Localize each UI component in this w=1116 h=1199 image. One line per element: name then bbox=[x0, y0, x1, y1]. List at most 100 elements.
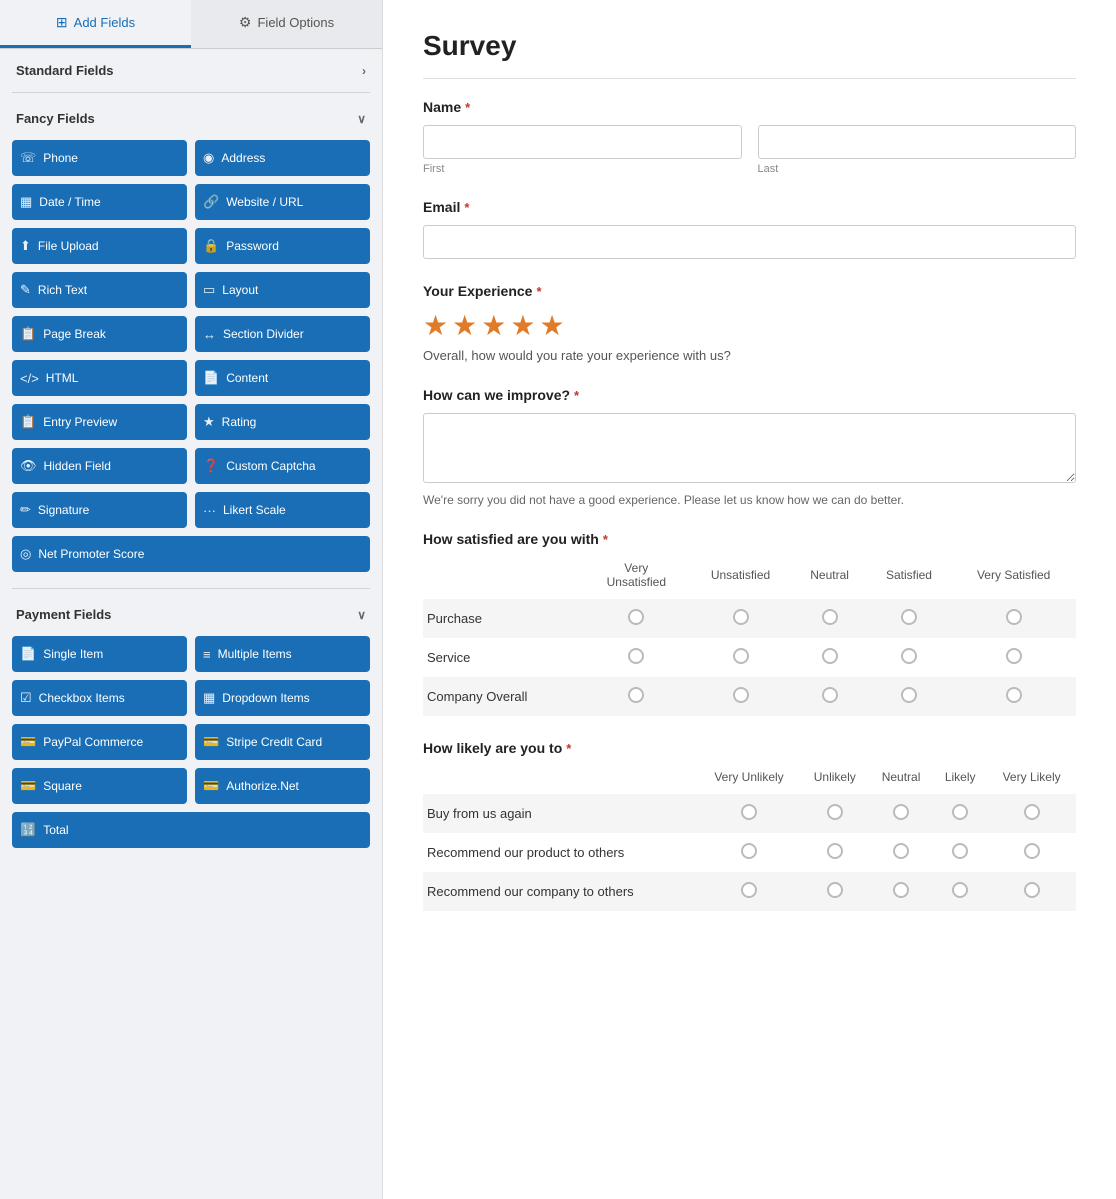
radio-recprod-2[interactable] bbox=[827, 843, 843, 859]
content-button[interactable]: 📄 Content bbox=[195, 360, 370, 396]
entrypreview-button[interactable]: 📋 Entry Preview bbox=[12, 404, 187, 440]
likertscale-button[interactable]: ··· Likert Scale bbox=[195, 492, 370, 528]
radio-reccomp-3[interactable] bbox=[893, 882, 909, 898]
radio-purchase-4[interactable] bbox=[901, 609, 917, 625]
name-last-sublabel: Last bbox=[758, 163, 1077, 175]
satisfied-col-5: Very Satisfied bbox=[951, 557, 1076, 599]
star-icon: ★ bbox=[203, 414, 215, 430]
singleitem-button[interactable]: 📄 Single Item bbox=[12, 636, 187, 672]
stripe-icon: 💳 bbox=[203, 734, 219, 750]
star-3[interactable]: ★ bbox=[481, 309, 506, 342]
radio-purchase-3[interactable] bbox=[822, 609, 838, 625]
radio-reccomp-5[interactable] bbox=[1024, 882, 1040, 898]
email-input[interactable] bbox=[423, 225, 1076, 259]
phone-button[interactable]: ☏ Phone bbox=[12, 140, 187, 176]
radio-buy-1[interactable] bbox=[741, 804, 757, 820]
link-icon: 🔗 bbox=[203, 194, 219, 210]
likely-required: * bbox=[566, 741, 571, 756]
square-button[interactable]: 💳 Square bbox=[12, 768, 187, 804]
standard-fields-header[interactable]: Standard Fields › bbox=[0, 49, 382, 88]
fancy-fields-label: Fancy Fields bbox=[16, 111, 95, 126]
star-5[interactable]: ★ bbox=[539, 309, 564, 342]
radio-recprod-5[interactable] bbox=[1024, 843, 1040, 859]
password-button[interactable]: 🔒 Password bbox=[195, 228, 370, 264]
pagebreak-button[interactable]: 📋 Page Break bbox=[12, 316, 187, 352]
star-2[interactable]: ★ bbox=[452, 309, 477, 342]
checkboxitems-button[interactable]: ☑ Checkbox Items bbox=[12, 680, 187, 716]
radio-reccomp-1[interactable] bbox=[741, 882, 757, 898]
likely-field: How likely are you to * Very Unlikely Un… bbox=[423, 740, 1076, 911]
sectiondivider-button[interactable]: ↔ Section Divider bbox=[195, 316, 370, 352]
tab-field-options[interactable]: ⚙ Field Options bbox=[191, 0, 382, 48]
radio-buy-2[interactable] bbox=[827, 804, 843, 820]
name-first-input[interactable] bbox=[423, 125, 742, 159]
radio-recprod-3[interactable] bbox=[893, 843, 909, 859]
richtext-button[interactable]: ✎ Rich Text bbox=[12, 272, 187, 308]
signature-button[interactable]: ✏ Signature bbox=[12, 492, 187, 528]
experience-required: * bbox=[536, 284, 541, 299]
radio-reccomp-2[interactable] bbox=[827, 882, 843, 898]
likely-label: How likely are you to * bbox=[423, 740, 1076, 756]
radio-company-4[interactable] bbox=[901, 687, 917, 703]
customcaptcha-button[interactable]: ❓ Custom Captcha bbox=[195, 448, 370, 484]
entrypreview-icon: 📋 bbox=[20, 414, 36, 430]
radio-company-1[interactable] bbox=[628, 687, 644, 703]
radio-company-2[interactable] bbox=[733, 687, 749, 703]
square-icon: 💳 bbox=[20, 778, 36, 794]
radio-purchase-1[interactable] bbox=[628, 609, 644, 625]
radio-company-3[interactable] bbox=[822, 687, 838, 703]
name-last-input[interactable] bbox=[758, 125, 1077, 159]
star-4[interactable]: ★ bbox=[510, 309, 535, 342]
paypalcommerce-button[interactable]: 💳 PayPal Commerce bbox=[12, 724, 187, 760]
netpromoter-button[interactable]: ◎ Net Promoter Score bbox=[12, 536, 370, 572]
improve-textarea[interactable] bbox=[423, 413, 1076, 483]
sectiondivider-icon: ↔ bbox=[203, 327, 216, 342]
star-1[interactable]: ★ bbox=[423, 309, 448, 342]
radio-purchase-5[interactable] bbox=[1006, 609, 1022, 625]
address-button[interactable]: ◉ Address bbox=[195, 140, 370, 176]
dropdownitems-button[interactable]: ▦ Dropdown Items bbox=[195, 680, 370, 716]
html-button[interactable]: </> HTML bbox=[12, 360, 187, 396]
radio-service-3[interactable] bbox=[822, 648, 838, 664]
website-button[interactable]: 🔗 Website / URL bbox=[195, 184, 370, 220]
table-row: Service bbox=[423, 638, 1076, 677]
radio-purchase-2[interactable] bbox=[733, 609, 749, 625]
stripecreditcard-button[interactable]: 💳 Stripe Credit Card bbox=[195, 724, 370, 760]
hiddenfield-button[interactable]: 👁 Hidden Field bbox=[12, 448, 187, 484]
radio-company-5[interactable] bbox=[1006, 687, 1022, 703]
radio-buy-5[interactable] bbox=[1024, 804, 1040, 820]
fancy-fields-header[interactable]: Fancy Fields ∨ bbox=[0, 97, 382, 136]
improve-label: How can we improve? * bbox=[423, 387, 1076, 403]
satisfied-required: * bbox=[603, 532, 608, 547]
phone-icon: ☏ bbox=[20, 150, 36, 166]
radio-buy-3[interactable] bbox=[893, 804, 909, 820]
name-first-wrap: First bbox=[423, 125, 742, 175]
payment-fields-header[interactable]: Payment Fields ∨ bbox=[0, 593, 382, 632]
chevron-down-icon: ∨ bbox=[357, 112, 366, 126]
radio-recprod-1[interactable] bbox=[741, 843, 757, 859]
email-label: Email * bbox=[423, 199, 1076, 215]
layout-button[interactable]: ▭ Layout bbox=[195, 272, 370, 308]
datetime-button[interactable]: ▦ Date / Time bbox=[12, 184, 187, 220]
experience-label: Your Experience * bbox=[423, 283, 1076, 299]
paypal-icon: 💳 bbox=[20, 734, 36, 750]
authorizenet-button[interactable]: 💳 Authorize.Net bbox=[195, 768, 370, 804]
fancy-fields-grid: ☏ Phone ◉ Address ▦ Date / Time 🔗 Websit… bbox=[0, 136, 382, 584]
content-icon: 📄 bbox=[203, 370, 219, 386]
total-button[interactable]: 🔢 Total bbox=[12, 812, 370, 848]
multipleitems-button[interactable]: ≡ Multiple Items bbox=[195, 636, 370, 672]
tab-add-fields[interactable]: ⊞ Add Fields bbox=[0, 0, 191, 48]
radio-recprod-4[interactable] bbox=[952, 843, 968, 859]
star-rating[interactable]: ★ ★ ★ ★ ★ bbox=[423, 309, 1076, 342]
satisfied-table: VeryUnsatisfied Unsatisfied Neutral Sati… bbox=[423, 557, 1076, 716]
radio-buy-4[interactable] bbox=[952, 804, 968, 820]
radio-service-5[interactable] bbox=[1006, 648, 1022, 664]
radio-service-1[interactable] bbox=[628, 648, 644, 664]
fileupload-button[interactable]: ⬆ File Upload bbox=[12, 228, 187, 264]
satisfied-label: How satisfied are you with * bbox=[423, 531, 1076, 547]
tab-field-options-label: Field Options bbox=[257, 15, 334, 30]
rating-button[interactable]: ★ Rating bbox=[195, 404, 370, 440]
radio-service-4[interactable] bbox=[901, 648, 917, 664]
radio-reccomp-4[interactable] bbox=[952, 882, 968, 898]
radio-service-2[interactable] bbox=[733, 648, 749, 664]
